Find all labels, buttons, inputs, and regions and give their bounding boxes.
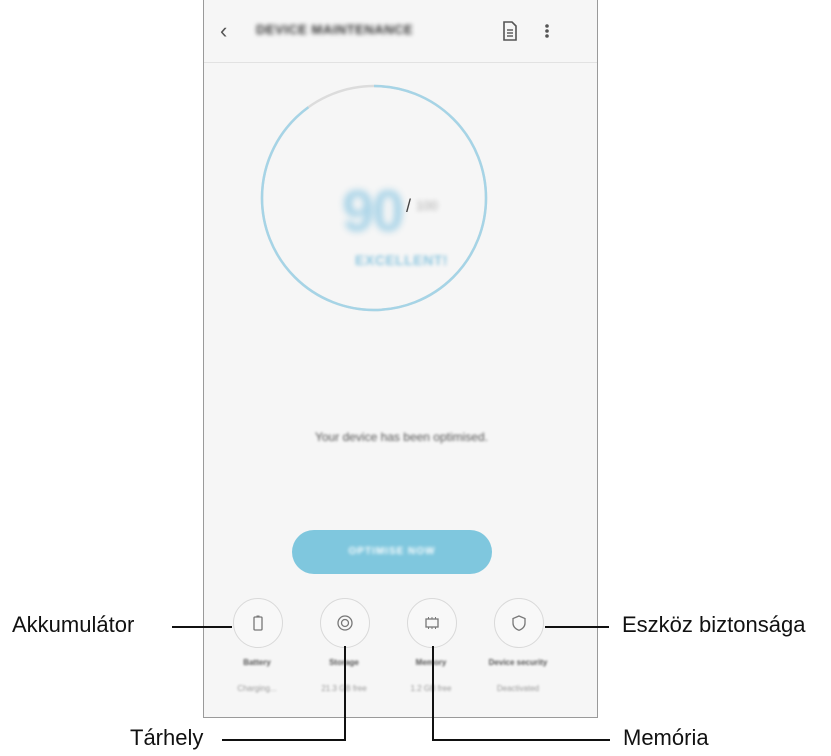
callout-line-security <box>545 626 609 628</box>
device-security-value: Deactivated <box>496 684 540 693</box>
device-security-tile[interactable]: Device security Deactivated <box>477 598 559 698</box>
memory-value: 1.2 GB free <box>410 684 452 693</box>
battery-button[interactable] <box>233 598 283 648</box>
chevron-left-icon[interactable]: ‹ <box>220 19 240 43</box>
page-title: DEVICE MAINTENANCE <box>256 22 414 37</box>
callout-battery: Akkumulátor <box>12 612 135 637</box>
battery-icon <box>253 615 263 631</box>
memory-icon <box>425 617 439 629</box>
document-icon[interactable] <box>500 19 520 43</box>
battery-value: Charging... <box>237 684 277 693</box>
callout-line-memory-v <box>432 646 434 741</box>
memory-button[interactable] <box>407 598 457 648</box>
phone-screen: ‹ DEVICE MAINTENANCE 90 / 100 EXCELLENT!… <box>203 0 598 718</box>
callout-security: Eszköz biztonsága <box>622 612 806 637</box>
storage-button[interactable] <box>320 598 370 648</box>
callout-line-battery <box>172 626 232 628</box>
device-security-button[interactable] <box>494 598 544 648</box>
memory-label: Memory <box>415 658 447 667</box>
optimise-now-label: OPTIMISE NOW <box>348 546 436 557</box>
battery-label: Battery <box>243 658 271 667</box>
memory-tile[interactable]: Memory 1.2 GB free <box>390 598 472 698</box>
callout-storage: Tárhely <box>130 725 204 750</box>
callout-line-storage-v <box>344 646 346 741</box>
more-vertical-icon[interactable] <box>541 19 553 43</box>
score-separator: / <box>406 196 412 216</box>
optimise-now-button[interactable]: OPTIMISE NOW <box>292 530 492 574</box>
device-security-label: Device security <box>488 658 548 667</box>
shield-icon <box>512 615 526 631</box>
app-bar: ‹ DEVICE MAINTENANCE <box>204 0 597 63</box>
optimised-message: Your device has been optimised. <box>314 430 488 444</box>
score-max: 100 <box>416 198 438 213</box>
storage-icon <box>337 615 353 631</box>
callout-memory: Memória <box>623 725 709 750</box>
callout-line-memory-h <box>432 739 610 741</box>
score-status: EXCELLENT! <box>355 252 448 268</box>
battery-tile[interactable]: Battery Charging... <box>216 598 298 698</box>
callout-line-storage-h <box>222 739 346 741</box>
score-value: 90 <box>342 179 404 244</box>
